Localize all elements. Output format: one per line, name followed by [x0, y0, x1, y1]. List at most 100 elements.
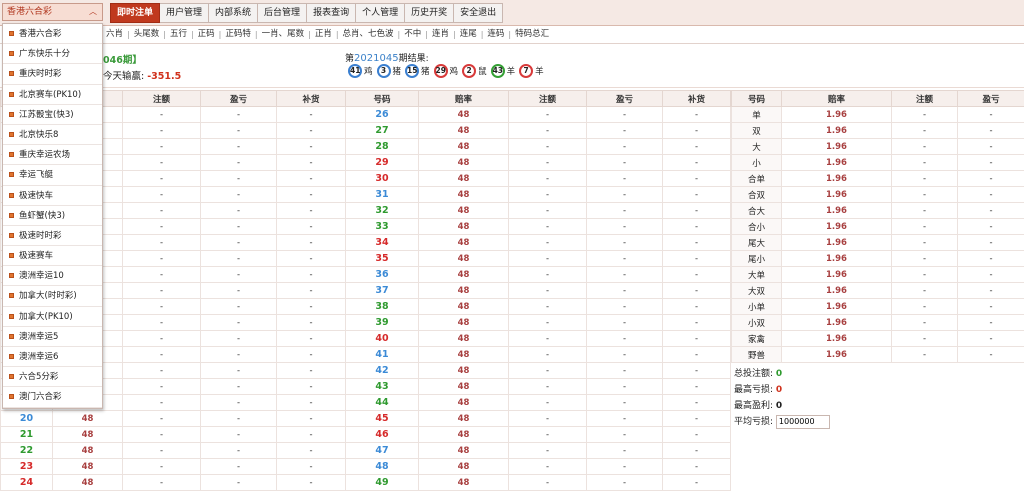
row-replenish[interactable]: -: [662, 346, 731, 363]
row-replenish[interactable]: -: [276, 410, 346, 427]
row-replenish[interactable]: -: [662, 234, 731, 251]
dropdown-item[interactable]: 广东快乐十分: [3, 44, 102, 65]
table-row[interactable]: 32 48- - -: [345, 202, 731, 219]
row-replenish[interactable]: -: [662, 250, 731, 267]
table-row[interactable]: 大 1.96- -: [731, 138, 1024, 155]
sub-nav-item[interactable]: 连尾: [456, 26, 481, 44]
dropdown-item[interactable]: 极速时时彩: [3, 226, 102, 247]
table-row[interactable]: 小 1.96- -: [731, 154, 1024, 171]
main-nav-item[interactable]: 即时注单: [110, 3, 161, 23]
table-row[interactable]: 合大 1.96- -: [731, 202, 1024, 219]
sub-nav-item[interactable]: 头尾数: [130, 26, 164, 44]
row-replenish[interactable]: -: [276, 314, 346, 331]
dropdown-item[interactable]: 澳洲幸运10: [3, 266, 102, 287]
main-nav-item[interactable]: 后台管理: [258, 3, 308, 23]
table-row[interactable]: 39 48- - -: [345, 314, 731, 331]
sub-nav-item[interactable]: 不中: [400, 26, 425, 44]
sub-nav-item[interactable]: 特码总汇: [511, 26, 553, 44]
dropdown-item[interactable]: 加拿大(时时彩): [3, 286, 102, 307]
table-row[interactable]: 35 48- - -: [345, 250, 731, 267]
table-row[interactable]: 小双 1.96- -: [731, 314, 1024, 331]
row-replenish[interactable]: -: [276, 122, 346, 139]
sub-nav-item[interactable]: 连肖: [428, 26, 453, 44]
main-nav-item[interactable]: 历史开奖: [405, 3, 455, 23]
row-replenish[interactable]: -: [662, 362, 731, 379]
table-row[interactable]: 合单 1.96- -: [731, 170, 1024, 187]
row-replenish[interactable]: -: [276, 250, 346, 267]
row-replenish[interactable]: -: [662, 122, 731, 139]
dropdown-item[interactable]: 澳门六合彩: [3, 387, 102, 408]
table-row[interactable]: 44 48- - -: [345, 394, 731, 411]
row-replenish[interactable]: -: [276, 394, 346, 411]
table-row[interactable]: 49 48- - -: [345, 474, 731, 491]
row-replenish[interactable]: -: [662, 138, 731, 155]
dropdown-item[interactable]: 极速赛车: [3, 246, 102, 267]
dropdown-item[interactable]: 澳洲幸运5: [3, 327, 102, 347]
row-replenish[interactable]: -: [276, 282, 346, 299]
dropdown-item[interactable]: 北京赛车(PK10): [3, 85, 102, 105]
sub-nav-item[interactable]: 五行: [166, 26, 191, 44]
row-replenish[interactable]: -: [276, 378, 346, 395]
row-replenish[interactable]: -: [276, 298, 346, 315]
row-replenish[interactable]: -: [662, 154, 731, 171]
row-replenish[interactable]: -: [662, 458, 731, 475]
row-replenish[interactable]: -: [276, 106, 346, 123]
row-replenish[interactable]: -: [662, 330, 731, 347]
table-row[interactable]: 31 48- - -: [345, 186, 731, 203]
dropdown-item[interactable]: 江苏骰宝(快3): [3, 105, 102, 125]
table-row[interactable]: 42 48- - -: [345, 362, 731, 379]
row-replenish[interactable]: -: [276, 426, 346, 443]
main-nav-item[interactable]: 个人管理: [356, 3, 406, 23]
sub-nav-item[interactable]: 正码: [194, 26, 219, 44]
row-replenish[interactable]: -: [662, 202, 731, 219]
row-replenish[interactable]: -: [276, 154, 346, 171]
row-replenish[interactable]: -: [276, 442, 346, 459]
table-row[interactable]: 48 48- - -: [345, 458, 731, 475]
table-row[interactable]: 20 48- - -: [0, 410, 346, 427]
row-replenish[interactable]: -: [662, 410, 731, 427]
table-row[interactable]: 单 1.96- -: [731, 106, 1024, 123]
sub-nav-item[interactable]: 正码特: [221, 26, 255, 44]
table-row[interactable]: 24 48- - -: [0, 474, 346, 491]
table-row[interactable]: 36 48- - -: [345, 266, 731, 283]
row-replenish[interactable]: -: [276, 202, 346, 219]
row-replenish[interactable]: -: [276, 138, 346, 155]
dropdown-item[interactable]: 北京快乐8: [3, 125, 102, 146]
table-row[interactable]: 合小 1.96- -: [731, 218, 1024, 235]
table-row[interactable]: 22 48- - -: [0, 442, 346, 459]
row-replenish[interactable]: -: [276, 218, 346, 235]
row-replenish[interactable]: -: [276, 362, 346, 379]
table-row[interactable]: 38 48- - -: [345, 298, 731, 315]
sub-nav-item[interactable]: 正肖: [311, 26, 336, 44]
dropdown-item[interactable]: 六合5分彩: [3, 367, 102, 388]
row-replenish[interactable]: -: [662, 266, 731, 283]
row-replenish[interactable]: -: [662, 394, 731, 411]
row-replenish[interactable]: -: [662, 426, 731, 443]
table-row[interactable]: 家禽 1.96- -: [731, 330, 1024, 347]
table-row[interactable]: 26 48- - -: [345, 106, 731, 123]
dropdown-item[interactable]: 幸运飞艇: [3, 165, 102, 186]
dropdown-item[interactable]: 香港六合彩: [3, 24, 102, 45]
avg-loss-input[interactable]: [775, 414, 830, 429]
table-row[interactable]: 尾小 1.96- -: [731, 250, 1024, 267]
table-row[interactable]: 37 48- - -: [345, 282, 731, 299]
row-replenish[interactable]: -: [662, 282, 731, 299]
dropdown-item[interactable]: 澳洲幸运6: [3, 347, 102, 368]
row-replenish[interactable]: -: [662, 298, 731, 315]
table-row[interactable]: 尾大 1.96- -: [731, 234, 1024, 251]
row-replenish[interactable]: -: [276, 458, 346, 475]
row-replenish[interactable]: -: [276, 266, 346, 283]
row-replenish[interactable]: -: [662, 378, 731, 395]
table-row[interactable]: 33 48- - -: [345, 218, 731, 235]
table-row[interactable]: 29 48- - -: [345, 154, 731, 171]
table-row[interactable]: 45 48- - -: [345, 410, 731, 427]
table-row[interactable]: 28 48- - -: [345, 138, 731, 155]
row-replenish[interactable]: -: [276, 170, 346, 187]
table-row[interactable]: 合双 1.96- -: [731, 186, 1024, 203]
table-row[interactable]: 双 1.96- -: [731, 122, 1024, 139]
dropdown-item[interactable]: 极速快车: [3, 186, 102, 206]
table-row[interactable]: 41 48- - -: [345, 346, 731, 363]
main-nav-item[interactable]: 内部系统: [209, 3, 259, 23]
main-nav-item[interactable]: 用户管理: [160, 3, 210, 23]
dropdown-item[interactable]: 加拿大(PK10): [3, 307, 102, 327]
